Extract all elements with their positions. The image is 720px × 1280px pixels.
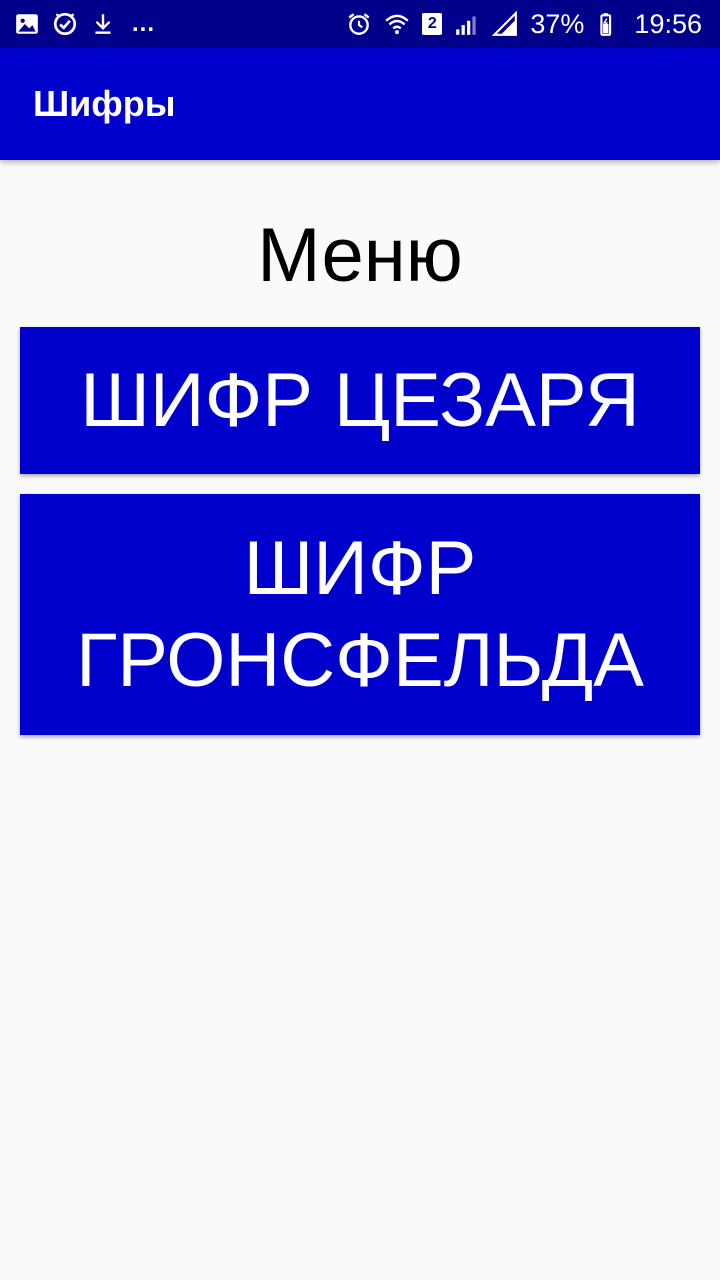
battery-percent: 37% (530, 8, 585, 39)
alarm-icon (346, 11, 372, 37)
wifi-icon (384, 11, 410, 37)
caesar-cipher-button[interactable]: ШИФР ЦЕЗАРЯ (20, 327, 700, 474)
menu-heading: Меню (257, 213, 463, 298)
gronsfeld-cipher-button[interactable]: ШИФР ГРОНСФЕЛЬДА (20, 494, 700, 735)
download-icon (90, 11, 116, 37)
app-bar: Шифры (0, 48, 720, 160)
app-title: Шифры (33, 83, 176, 124)
battery-icon (596, 11, 622, 37)
sim-badge: 2 (422, 13, 443, 35)
signal-icon-2 (492, 11, 518, 37)
more-notifications-indicator: ... (132, 10, 156, 37)
check-circle-icon (52, 11, 78, 37)
clock: 19:56 (634, 8, 702, 39)
image-icon (14, 11, 40, 37)
signal-icon (454, 11, 480, 37)
status-bar-right: 2 37% 19:56 (346, 8, 702, 39)
status-bar-left: ... (14, 11, 155, 37)
status-bar: ... 2 37% 19:56 (0, 0, 720, 48)
